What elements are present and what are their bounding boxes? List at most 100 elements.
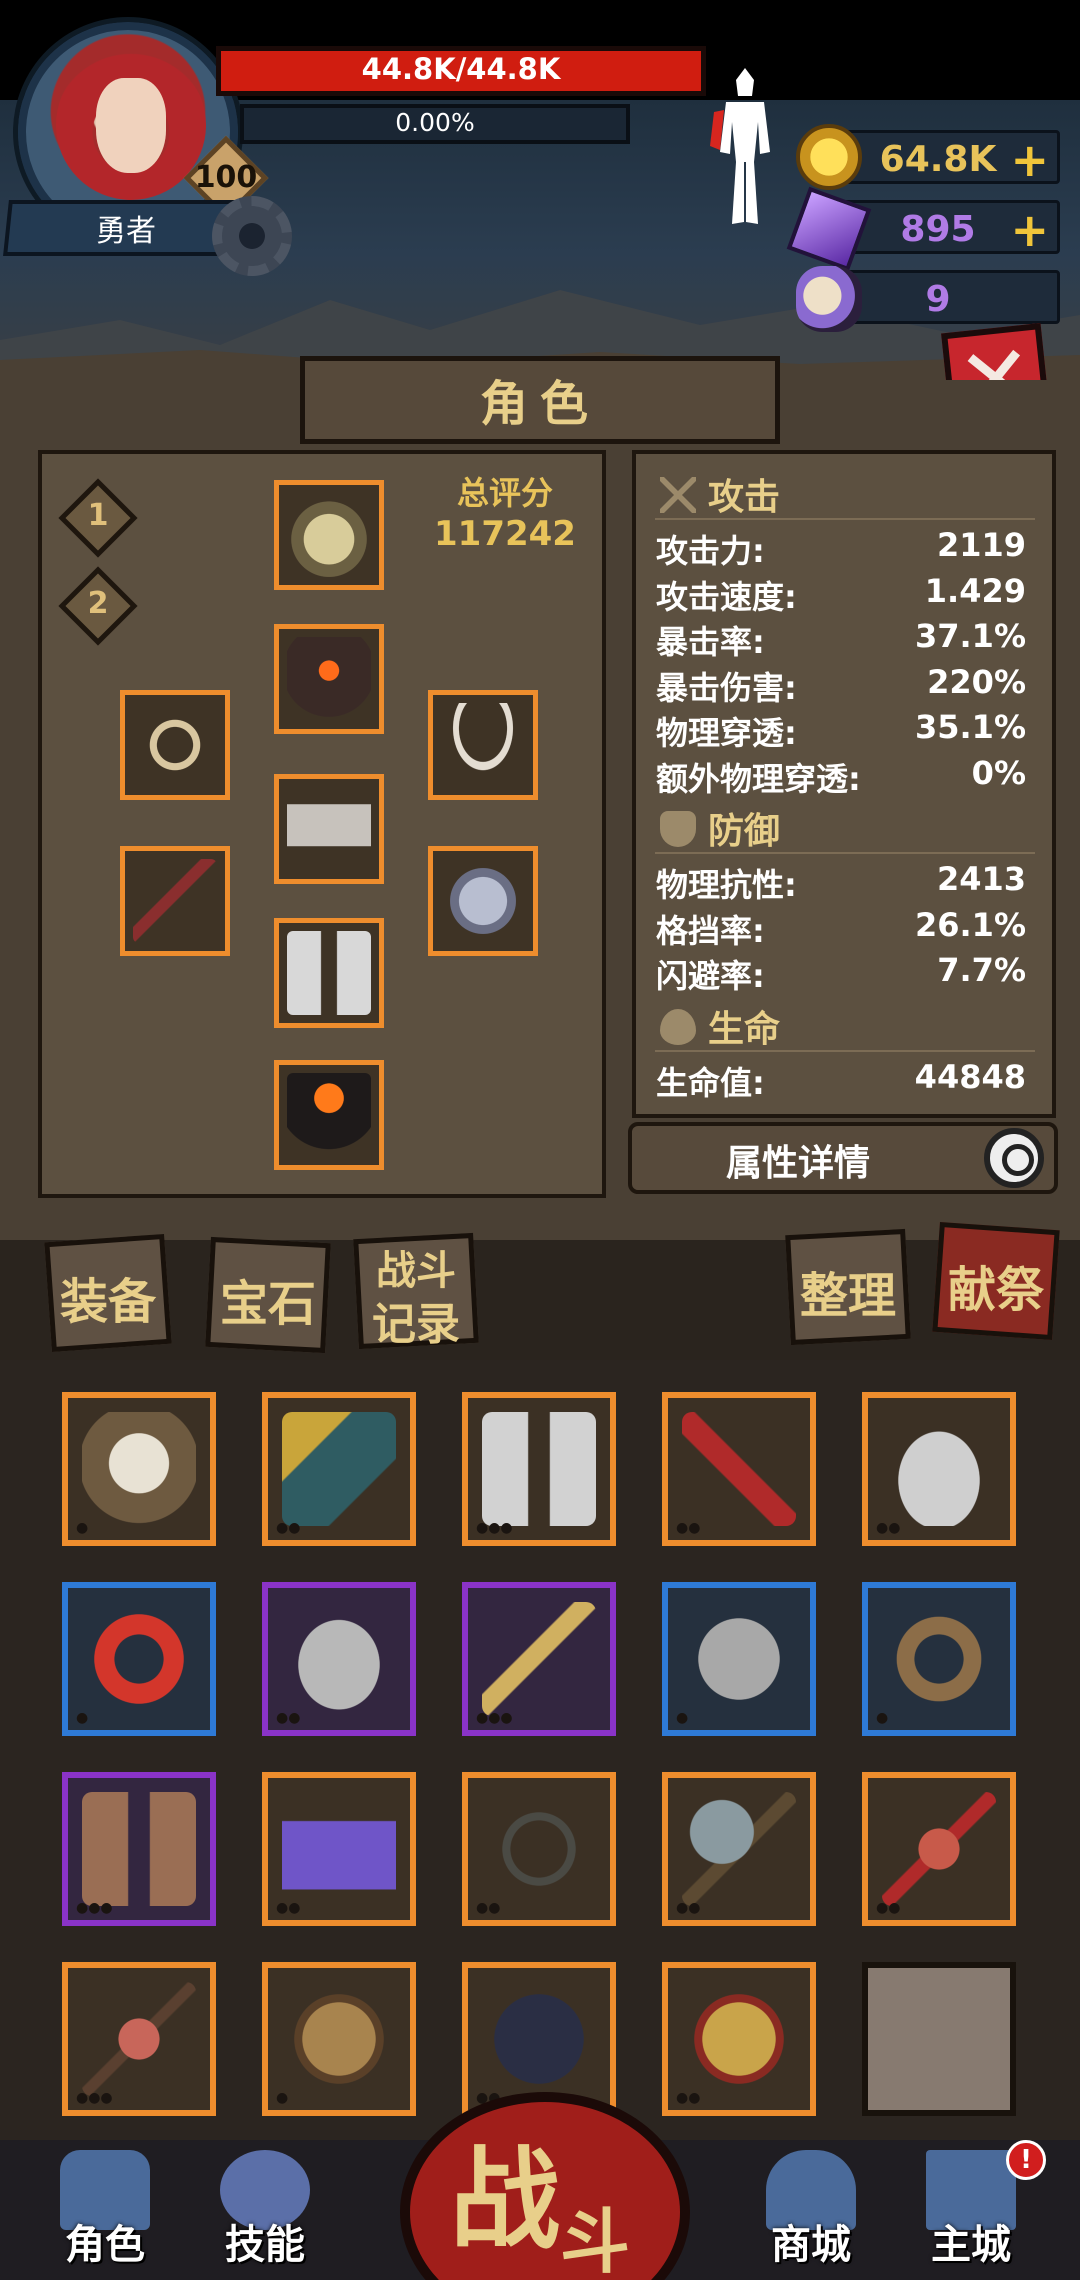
armor-slot[interactable] [274, 624, 384, 734]
drop-icon [660, 1009, 696, 1045]
shield-slot[interactable] [428, 846, 538, 956]
life-heading: 生命 [660, 1000, 780, 1052]
purple-skirt-icon [282, 1792, 396, 1906]
battle-label-2: 斗 [560, 2201, 630, 2280]
score-value: 117242 [434, 514, 576, 554]
round-shield-icon [282, 1982, 396, 2096]
nav-skills[interactable]: 技能 [200, 2150, 330, 2270]
sort-button-label: 整理 [799, 1268, 896, 1324]
stat-row: 物理穿透: 35.1% [656, 708, 1026, 752]
stat-value: 44848 [914, 1058, 1026, 1096]
player-level: 100 [194, 160, 258, 195]
stat-label: 攻击速度: [656, 577, 797, 616]
inventory-item[interactable]: ●● [662, 1392, 816, 1546]
stat-label: 额外物理穿透: [656, 759, 861, 798]
necklace-slot[interactable] [428, 690, 538, 800]
winged-shield-icon [441, 859, 525, 943]
inventory-item[interactable]: ● [62, 1582, 216, 1736]
inventory-item[interactable]: ●● [262, 1582, 416, 1736]
stat-row: 格挡率: 26.1% [656, 905, 1026, 950]
stat-label: 闪避率: [656, 957, 765, 995]
stat-row: 额外物理穿透: 0% [656, 753, 1026, 798]
stat-value: 35.1% [914, 708, 1026, 746]
arm-guards-icon [482, 1412, 596, 1526]
stat-label: 物理抗性: [656, 866, 797, 904]
weapon-slot[interactable] [120, 846, 230, 956]
tier-2-label: 2 [87, 586, 109, 621]
score-label: 总评分 [456, 474, 553, 512]
inventory-item[interactable]: ● [62, 1392, 216, 1546]
plated-boots-icon [882, 1412, 996, 1526]
inventory-item[interactable]: ●●● [62, 1772, 216, 1926]
ring-slot[interactable] [120, 690, 230, 800]
nav-character[interactable]: 角色 [40, 2150, 170, 2270]
divider [655, 518, 1035, 520]
golden-armor-icon [682, 1982, 796, 2096]
thorn-whip-icon [482, 1792, 596, 1906]
helmet-slot[interactable] [274, 480, 384, 590]
nav-shop[interactable]: 商城 [746, 2150, 876, 2270]
skull-value: 9 [925, 279, 951, 320]
divider [655, 852, 1035, 854]
battle-axe-icon [682, 1792, 796, 1906]
ram-skull-shield-icon [82, 1412, 196, 1526]
inventory-item[interactable]: ●● [262, 1772, 416, 1926]
stat-value: 220% [927, 662, 1026, 701]
inventory-item[interactable]: ●● [862, 1772, 1016, 1926]
defense-heading: 防御 [660, 802, 780, 854]
nav-character-label: 角色 [65, 2222, 145, 2268]
battle-label-1: 战 [450, 2136, 560, 2264]
inventory-item[interactable]: ●● [862, 1392, 1016, 1546]
gold-value: 64.8K [879, 139, 997, 180]
stat-row: 物理抗性: 2413 [656, 860, 1026, 904]
inventory-item[interactable]: ● [262, 1962, 416, 2116]
inventory-item[interactable]: ●●● [62, 1962, 216, 2116]
inventory-item[interactable]: ●● [262, 1392, 416, 1546]
rose-spear-icon [133, 859, 217, 943]
hp-text: 44.8K/44.8K [361, 52, 561, 86]
stat-value: 0% [971, 753, 1026, 792]
gloves-slot[interactable] [274, 918, 384, 1028]
stat-value: 26.1% [914, 905, 1026, 944]
lava-armor-icon [287, 637, 371, 721]
shield-icon [660, 811, 696, 847]
player-name: 勇者 [96, 214, 156, 249]
stat-value: 2413 [936, 860, 1026, 898]
inventory-item[interactable]: ● [862, 1582, 1016, 1736]
spear-icon [82, 1982, 196, 2096]
panel-title: 角色 [479, 376, 600, 432]
stat-label: 生命值: [656, 1064, 765, 1102]
stat-row: 暴击率: 37.1% [656, 617, 1026, 661]
inventory-item[interactable]: ●●● [462, 1392, 616, 1546]
stat-row: 暴击伤害: 220% [656, 662, 1026, 707]
inventory-item[interactable]: ●● [462, 1772, 616, 1926]
belt-slot[interactable] [274, 774, 384, 884]
add-gold-button[interactable]: + [1010, 133, 1049, 187]
stat-row: 攻击速度: 1.429 [656, 571, 1026, 616]
boots-slot[interactable] [274, 1060, 384, 1170]
stat-label: 物理穿透: [656, 714, 797, 752]
golden-claw-icon [282, 1412, 396, 1526]
tab-battle-log-label-2: 记录 [372, 1299, 460, 1350]
plate-belt-icon [287, 787, 371, 871]
fire-staff-icon [882, 1792, 996, 1906]
notification-badge: ! [1006, 2140, 1046, 2180]
magnifier-icon[interactable] [984, 1128, 1044, 1188]
stat-value: 1.429 [924, 571, 1026, 610]
inventory-item[interactable]: ●● [662, 1962, 816, 2116]
add-gems-button[interactable]: + [1010, 203, 1049, 257]
tab-gems-label: 宝石 [219, 1276, 316, 1332]
settings-gear-icon[interactable] [212, 196, 292, 276]
inventory-item[interactable]: ●●● [462, 1582, 616, 1736]
iron-boots-icon [282, 1602, 396, 1716]
helmet-icon [287, 493, 371, 577]
nav-shop-label: 商城 [771, 2222, 851, 2268]
red-blade-icon [682, 1412, 796, 1526]
inventory-item[interactable]: ●● [662, 1772, 816, 1926]
stat-label: 暴击伤害: [656, 668, 797, 707]
leather-belt-icon [882, 1602, 996, 1716]
stat-row: 闪避率: 7.7% [656, 951, 1026, 995]
scale-armor-icon [682, 1602, 796, 1716]
inventory-item[interactable]: ● [662, 1582, 816, 1736]
empty-slot[interactable] [862, 1962, 1016, 2116]
